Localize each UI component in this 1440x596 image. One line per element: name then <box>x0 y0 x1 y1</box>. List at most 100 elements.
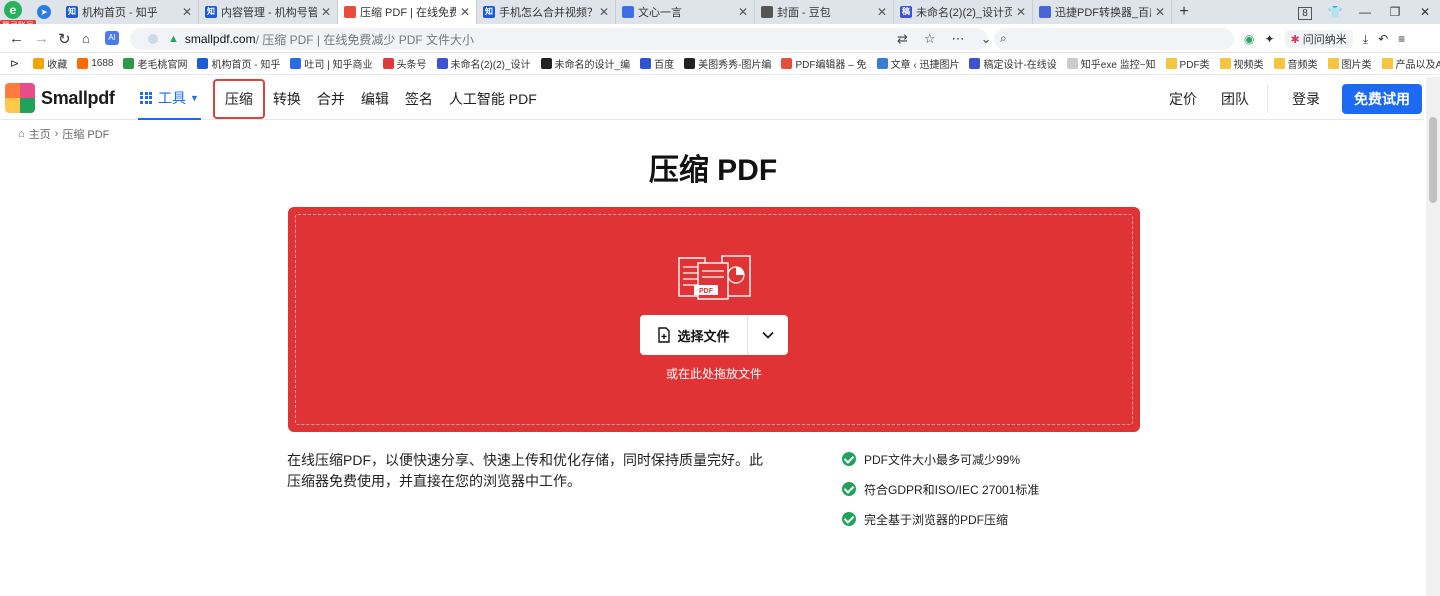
browser-tab[interactable]: 迅捷PDF转换器_百度搜 ✕ <box>1033 0 1172 24</box>
feature-item: 完全基于浏览器的PDF压缩 <box>842 510 1039 528</box>
bookmark-item[interactable]: 收藏 <box>33 56 67 71</box>
bookmark-item[interactable]: 机构首页 - 知乎 <box>197 56 280 71</box>
select-file-button[interactable]: 选择文件 <box>640 315 748 355</box>
tab-close-icon[interactable]: ✕ <box>738 5 748 19</box>
select-source-dropdown[interactable] <box>748 315 788 355</box>
pinned-tab-telegram-icon[interactable]: ➤ <box>37 5 51 19</box>
close-window-icon[interactable]: ✕ <box>1410 5 1440 19</box>
page-scrollbar[interactable] <box>1426 77 1440 596</box>
translate-icon[interactable]: ⇄ <box>897 31 908 47</box>
bookmark-item[interactable]: 美图秀秀-图片编 <box>684 56 771 71</box>
team-link[interactable]: 团队 <box>1209 89 1261 109</box>
bookmark-favicon-icon <box>540 58 552 69</box>
browser-search-input[interactable]: ⌕ <box>994 28 1234 50</box>
url-field[interactable]: ▲ smallpdf.com / 压缩 PDF | 在线免费减少 PDF 文件大… <box>130 28 988 50</box>
green-extension-icon[interactable]: ◉ <box>1244 32 1254 46</box>
bookmark-item[interactable]: 未命名的设计_编 <box>540 56 630 71</box>
nav-divider <box>1267 84 1268 113</box>
bookmark-item[interactable]: 稿定设计-在线设 <box>969 56 1057 71</box>
scrollbar-thumb[interactable] <box>1429 117 1437 203</box>
bookmark-label: 头条号 <box>396 60 427 71</box>
puzzle-extension-icon[interactable]: ✦ <box>1264 32 1274 46</box>
browser-tab[interactable]: 稿未命名(2)(2)_设计页 - 稿 ✕ <box>894 0 1033 24</box>
browser-tab[interactable]: 知手机怎么合并视频？4款 ✕ <box>477 0 616 24</box>
tab-title: 文心一言 <box>638 7 682 19</box>
bookmark-folder[interactable]: PDF类 <box>1165 56 1210 71</box>
bookmark-label: 文章 ‹ 迅捷图片 <box>890 60 960 71</box>
undo-icon[interactable]: ↶ <box>1378 32 1388 46</box>
bookmark-item[interactable]: 1688 <box>77 58 113 69</box>
nav-link-compress[interactable]: 压缩 <box>212 79 265 119</box>
folder-icon <box>1327 58 1339 69</box>
url-host: smallpdf.com <box>184 32 256 46</box>
browser-tab[interactable]: 封面 - 豆包 ✕ <box>755 0 894 24</box>
bookmark-item[interactable]: 老毛桃官网 <box>123 56 187 71</box>
bookmark-item[interactable]: 百度 <box>640 56 674 71</box>
nav-link-ai-pdf[interactable]: 人工智能 PDF <box>441 77 545 120</box>
bookmark-item[interactable]: 知乎exe 监控~知 <box>1066 56 1156 71</box>
folder-icon <box>1165 58 1177 69</box>
browser-tab[interactable]: 压缩 PDF | 在线免费减少 ✕ <box>338 0 477 24</box>
dropdown-chevron-icon[interactable]: ⌄ <box>981 31 992 47</box>
more-icon[interactable]: ⋯ <box>952 31 965 47</box>
tab-title: 未命名(2)(2)_设计页 - 稿 <box>916 7 1012 19</box>
nav-link-sign[interactable]: 签名 <box>397 77 441 120</box>
site-info-icon[interactable] <box>148 34 158 44</box>
restore-icon[interactable]: ❐ <box>1380 5 1410 19</box>
bookmark-label: 美图秀秀-图片编 <box>698 60 772 71</box>
ai-assistant-icon[interactable]: AI <box>105 31 119 45</box>
pricing-link[interactable]: 定价 <box>1157 89 1209 109</box>
nav-tools-menu[interactable]: 工具 ▼ <box>138 77 201 120</box>
bookmark-star-icon[interactable]: ☆ <box>924 31 936 47</box>
chevron-down-icon <box>762 331 774 339</box>
breadcrumb: ⌂ 主页 › 压缩 PDF <box>18 126 109 142</box>
tab-close-icon[interactable]: ✕ <box>877 5 887 19</box>
tab-close-icon[interactable]: ✕ <box>460 5 470 19</box>
tab-title: 内容管理 - 机构号管理中 <box>221 7 317 19</box>
downloads-icon[interactable]: ⤓ <box>1363 32 1368 47</box>
forward-icon[interactable]: → <box>34 30 49 47</box>
tab-close-icon[interactable]: ✕ <box>182 5 192 19</box>
tab-close-icon[interactable]: ✕ <box>599 5 609 19</box>
nav-link-convert[interactable]: 转换 <box>265 77 309 120</box>
login-link[interactable]: 登录 <box>1280 89 1332 109</box>
bookmark-label: 音频类 <box>1287 60 1318 71</box>
brand-logo[interactable]: Smallpdf <box>5 83 115 113</box>
tab-close-icon[interactable]: ✕ <box>1155 5 1165 19</box>
minimize-icon[interactable]: — <box>1350 5 1380 19</box>
back-icon[interactable]: ← <box>9 30 24 47</box>
bookmark-item[interactable]: PDF编辑器 – 免 <box>781 56 867 71</box>
bookmark-item[interactable]: 文章 ‹ 迅捷图片 <box>876 56 960 71</box>
main-nav: 工具 ▼ 压缩 转换 合并 编辑 签名 人工智能 PDF <box>138 77 545 120</box>
tab-count-badge[interactable]: 8 <box>1290 5 1320 20</box>
secure-shield-icon: ▲ <box>168 33 179 45</box>
home-icon[interactable]: ⌂ <box>82 31 90 46</box>
bookmark-item[interactable]: 头条号 <box>382 56 427 71</box>
browser-tab[interactable]: 知机构首页 - 知乎 ✕ <box>60 0 199 24</box>
illustration-pdf-label: PDF <box>699 288 714 295</box>
tab-close-icon[interactable]: ✕ <box>321 5 331 19</box>
new-tab-plus-icon[interactable]: + <box>1172 0 1196 24</box>
bookmark-folder[interactable]: 产品以及AI相关 <box>1381 56 1440 71</box>
breadcrumb-home[interactable]: 主页 <box>29 126 51 142</box>
browser-tab[interactable]: 知内容管理 - 机构号管理中 ✕ <box>199 0 338 24</box>
ai-ext-button[interactable]: ✱ 问问纳米 <box>1284 30 1353 48</box>
feature-item: PDF文件大小最多可减少99% <box>842 450 1039 468</box>
shirt-skin-icon[interactable]: 👕 <box>1320 5 1350 19</box>
nav-link-edit[interactable]: 编辑 <box>353 77 397 120</box>
bookmark-folder[interactable]: 视频类 <box>1219 56 1264 71</box>
bookmark-item[interactable]: 未命名(2)(2)_设计 <box>436 56 531 71</box>
browser-tab[interactable]: 文心一言 ✕ <box>616 0 755 24</box>
bookmark-folder[interactable]: 图片类 <box>1327 56 1372 71</box>
menu-icon[interactable]: ≡ <box>1398 32 1405 46</box>
check-circle-icon <box>842 482 856 496</box>
bookmark-folder[interactable]: 音频类 <box>1273 56 1318 71</box>
nav-link-merge[interactable]: 合并 <box>309 77 353 120</box>
bookmark-item[interactable]: 吐司 | 知乎商业 <box>290 56 373 71</box>
file-dropzone[interactable]: PDF 选择文件 或在此处拖放文件 <box>288 207 1140 432</box>
free-trial-button[interactable]: 免费试用 <box>1342 83 1422 114</box>
sidebar-toggle-icon[interactable]: ⊳ <box>10 57 19 70</box>
bookmark-favicon-icon <box>290 58 302 69</box>
tab-close-icon[interactable]: ✕ <box>1016 5 1026 19</box>
reload-icon[interactable]: ↻ <box>58 30 71 48</box>
